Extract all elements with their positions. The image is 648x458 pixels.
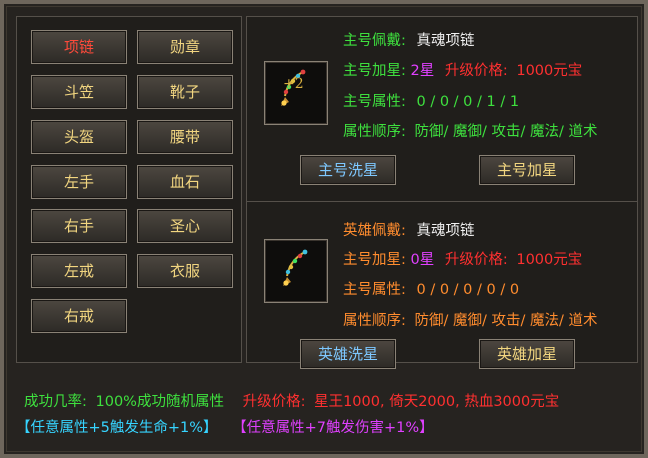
item-plus-label: +2 — [283, 76, 304, 92]
main-item-slot[interactable]: +2 — [264, 61, 328, 125]
main-star-value: 2星 — [410, 63, 435, 79]
upgrade-price-value: 星王1000, 倚天2000, 热血3000元宝 — [314, 394, 560, 410]
slot-list-panel: 项链 勋章 斗笠 靴子 头盔 腰带 左手 血石 右手 圣心 左戒 衣服 右戒 — [16, 16, 242, 363]
slot-button-right-ring[interactable]: 右戒 — [31, 299, 127, 333]
slot-button-necklace[interactable]: 项链 — [31, 30, 127, 64]
necklace-icon — [281, 69, 306, 106]
hero-worn-row: 英雄佩戴: 真魂项链 — [343, 221, 475, 241]
necklace-icon — [283, 249, 308, 286]
main-attr-value: 0 / 0 / 0 / 1 / 1 — [416, 94, 520, 110]
main-add-star-button[interactable]: 主号加星 — [479, 155, 575, 185]
main-worn-value: 真魂项链 — [416, 33, 475, 49]
footer-info-row: 成功几率: 100%成功随机属性 升级价格: 星王1000, 倚天2000, 热… — [24, 392, 559, 412]
slot-button-left-hand[interactable]: 左手 — [31, 165, 127, 199]
hero-price-value: 1000元宝 — [516, 252, 583, 268]
main-order-value: 防御/ 魔御/ 攻击/ 魔法/ 道术 — [414, 124, 598, 140]
slot-button-armor[interactable]: 衣服 — [137, 254, 233, 288]
hero-star-label: 主号加星: — [343, 252, 406, 268]
bonus-life: 【任意属性+5触发生命+1%】 — [16, 420, 218, 436]
main-attr-row: 主号属性: 0 / 0 / 0 / 1 / 1 — [343, 92, 519, 112]
hero-attr-value: 0 / 0 / 0 / 0 / 0 — [416, 282, 520, 298]
hero-item-slot[interactable] — [264, 239, 328, 303]
main-worn-row: 主号佩戴: 真魂项链 — [343, 31, 475, 51]
hero-worn-value: 真魂项链 — [416, 223, 475, 239]
main-order-row: 属性顺序: 防御/ 魔御/ 攻击/ 魔法/ 道术 — [343, 122, 597, 142]
hero-price-label: 升级价格: — [444, 252, 508, 268]
section-divider — [247, 201, 637, 202]
main-star-label: 主号加星: — [343, 63, 406, 79]
hero-worn-label: 英雄佩戴: — [343, 223, 406, 239]
slot-button-holy-heart[interactable]: 圣心 — [137, 209, 233, 243]
details-panel: +2 主号佩戴: 真魂项链 主号加星: 2星 升级价格: 1000元宝 主号属性… — [246, 16, 638, 369]
success-rate-label: 成功几率: — [24, 394, 87, 410]
bonus-row: 【任意属性+5触发生命+1%】 【任意属性+7触发伤害+1%】 — [16, 418, 434, 438]
hero-star-row: 主号加星: 0星 升级价格: 1000元宝 — [343, 250, 582, 270]
hero-order-row: 属性顺序: 防御/ 魔御/ 攻击/ 魔法/ 道术 — [343, 311, 597, 331]
bonus-damage: 【任意属性+7触发伤害+1%】 — [232, 420, 434, 436]
hero-wash-star-button[interactable]: 英雄洗星 — [300, 339, 396, 369]
main-worn-label: 主号佩戴: — [343, 33, 406, 49]
hero-add-star-button[interactable]: 英雄加星 — [479, 339, 575, 369]
main-wash-star-button[interactable]: 主号洗星 — [300, 155, 396, 185]
hero-attr-row: 主号属性: 0 / 0 / 0 / 0 / 0 — [343, 280, 519, 300]
slot-button-right-hand[interactable]: 右手 — [31, 209, 127, 243]
slot-button-medal[interactable]: 勋章 — [137, 30, 233, 64]
hero-order-label: 属性顺序: — [343, 313, 406, 329]
main-price-value: 1000元宝 — [516, 63, 583, 79]
hero-attr-label: 主号属性: — [343, 282, 406, 298]
success-rate-value: 100%成功随机属性 — [95, 394, 224, 410]
slot-button-belt[interactable]: 腰带 — [137, 120, 233, 154]
slot-button-hat[interactable]: 斗笠 — [31, 75, 127, 109]
slot-button-boots[interactable]: 靴子 — [137, 75, 233, 109]
slot-button-blood-stone[interactable]: 血石 — [137, 165, 233, 199]
equipment-star-window: 项链 勋章 斗笠 靴子 头盔 腰带 左手 血石 右手 圣心 左戒 衣服 右戒 +… — [0, 0, 648, 458]
main-star-row: 主号加星: 2星 升级价格: 1000元宝 — [343, 61, 582, 81]
main-order-label: 属性顺序: — [343, 124, 406, 140]
hero-order-value: 防御/ 魔御/ 攻击/ 魔法/ 道术 — [414, 313, 598, 329]
hero-star-value: 0星 — [410, 252, 435, 268]
main-price-label: 升级价格: — [444, 63, 508, 79]
upgrade-price-label: 升级价格: — [242, 394, 306, 410]
slot-button-helmet[interactable]: 头盔 — [31, 120, 127, 154]
main-attr-label: 主号属性: — [343, 94, 406, 110]
slot-button-left-ring[interactable]: 左戒 — [31, 254, 127, 288]
